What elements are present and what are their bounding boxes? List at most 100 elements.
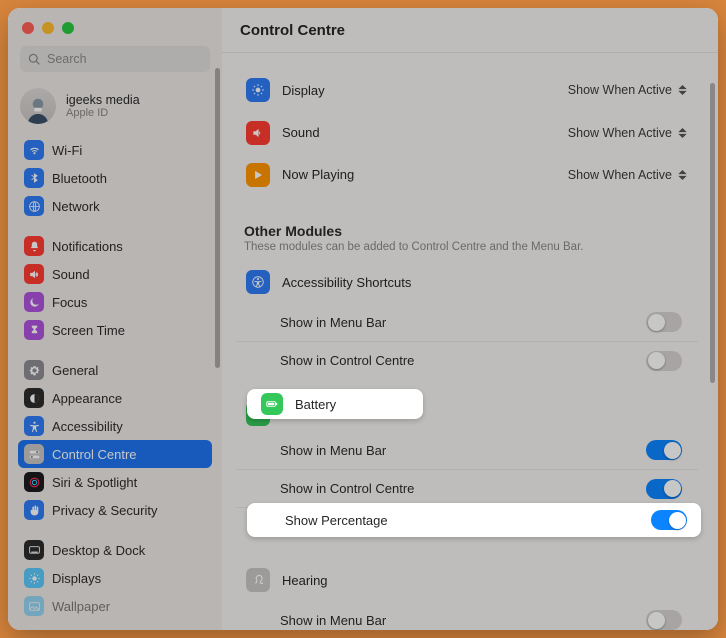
show-percentage-highlight: Show Percentage [247,503,701,537]
sidebar-item-wifi[interactable]: Wi-Fi [18,136,212,164]
siri-icon [28,476,41,489]
sidebar-item-general[interactable]: General [18,356,212,384]
moon-icon [28,296,41,309]
accessibility-header: Accessibility Shortcuts [236,261,698,303]
battery-title: Battery [295,397,336,412]
show-percentage-toggle[interactable] [651,510,687,530]
sidebar-item-appearance[interactable]: Appearance [18,384,212,412]
display-dropdown[interactable]: Show When Active [568,83,688,97]
sidebar-item-accessibility[interactable]: Accessibility [18,412,212,440]
gear-icon [28,364,41,377]
sidebar-item-label: Desktop & Dock [52,543,145,558]
sidebar-item-displays[interactable]: Displays [18,564,212,592]
bluetooth-icon [28,172,41,185]
toggles-icon [28,448,41,461]
sidebar-item-label: Wi-Fi [52,143,82,158]
sidebar-item-label: Accessibility [52,419,123,434]
sidebar: Search igeeks media Apple ID Wi-Fi Bluet… [8,8,222,630]
sidebar-item-privacy[interactable]: Privacy & Security [18,496,212,524]
sidebar-item-label: Focus [52,295,87,310]
apple-id-profile[interactable]: igeeks media Apple ID [8,82,222,136]
dock-icon [28,544,41,557]
chevron-updown-icon [678,83,688,97]
sidebar-item-label: Appearance [52,391,122,406]
brightness-icon [28,572,41,585]
globe-icon [28,200,41,213]
ear-icon [251,573,265,587]
sidebar-item-label: Screen Time [52,323,125,338]
module-title: Hearing [282,573,688,588]
hourglass-icon [28,324,41,337]
sidebar-item-network[interactable]: Network [18,192,212,220]
bell-icon [28,240,41,253]
sidebar-item-notifications[interactable]: Notifications [18,232,212,260]
appearance-icon [28,392,41,405]
content-scrollbar[interactable] [710,83,715,383]
page-title: Control Centre [222,8,718,53]
accessibility-cc-toggle[interactable] [646,351,682,371]
speaker-icon [28,268,41,281]
chevron-updown-icon [678,168,688,182]
always-show-panel: Display Show When Active Sound Show When… [236,69,698,195]
nowplaying-dropdown[interactable]: Show When Active [568,168,688,182]
sidebar-list: Wi-Fi Bluetooth Network Notifications So… [8,136,222,630]
sidebar-item-control-centre[interactable]: Control Centre [18,440,212,468]
hearing-menubar-toggle[interactable] [646,610,682,630]
content-scroll[interactable]: Display Show When Active Sound Show When… [222,53,718,630]
row-label: Now Playing [282,167,556,182]
sidebar-item-label: General [52,363,98,378]
display-row[interactable]: Display Show When Active [236,69,698,111]
sidebar-item-label: Siri & Spotlight [52,475,137,490]
row-label: Display [282,83,556,98]
sidebar-item-label: Control Centre [52,447,137,462]
sidebar-item-label: Privacy & Security [52,503,157,518]
battery-menubar-toggle[interactable] [646,440,682,460]
avatar [20,88,56,124]
sidebar-item-wallpaper[interactable]: Wallpaper [18,592,212,620]
nowplaying-row[interactable]: Now Playing Show When Active [236,153,698,195]
sidebar-item-siri[interactable]: Siri & Spotlight [18,468,212,496]
maximize-window-button[interactable] [62,22,74,34]
picture-icon [28,600,41,613]
speaker-icon [251,126,265,140]
other-modules-heading: Other Modules These modules can be added… [222,213,706,255]
hearing-menubar-row: Show in Menu Bar [236,601,698,630]
close-window-button[interactable] [22,22,34,34]
accessibility-module: Accessibility Shortcuts Show in Menu Bar… [236,261,698,379]
sidebar-item-sound[interactable]: Sound [18,260,212,288]
hearing-header: Hearing [236,559,698,601]
chevron-updown-icon [678,126,688,140]
brightness-icon [251,83,265,97]
accessibility-menubar-row: Show in Menu Bar [236,303,698,341]
sidebar-item-label: Sound [52,267,90,282]
profile-sub: Apple ID [66,107,140,119]
battery-cc-row: Show in Control Centre [236,469,698,507]
row-label: Sound [282,125,556,140]
play-icon [251,168,265,182]
window-controls [8,8,222,44]
sidebar-item-screentime[interactable]: Screen Time [18,316,212,344]
hand-icon [28,504,41,517]
sidebar-scrollbar[interactable] [215,68,220,368]
hearing-module: Hearing Show in Menu Bar [236,559,698,630]
sound-row[interactable]: Sound Show When Active [236,111,698,153]
minimize-window-button[interactable] [42,22,54,34]
sidebar-item-label: Notifications [52,239,123,254]
accessibility-icon [28,420,41,433]
search-placeholder: Search [47,52,87,66]
accessibility-menubar-toggle[interactable] [646,312,682,332]
search-icon [28,53,41,66]
sidebar-item-bluetooth[interactable]: Bluetooth [18,164,212,192]
accessibility-cc-row: Show in Control Centre [236,341,698,379]
battery-highlight: Battery [247,389,423,419]
module-title: Accessibility Shortcuts [282,275,688,290]
sidebar-item-label: Wallpaper [52,599,110,614]
sidebar-item-focus[interactable]: Focus [18,288,212,316]
profile-name: igeeks media [66,93,140,107]
sidebar-item-label: Network [52,199,100,214]
search-input[interactable]: Search [20,46,210,72]
sidebar-item-label: Bluetooth [52,171,107,186]
sound-dropdown[interactable]: Show When Active [568,126,688,140]
battery-cc-toggle[interactable] [646,479,682,499]
sidebar-item-desktop-dock[interactable]: Desktop & Dock [18,536,212,564]
